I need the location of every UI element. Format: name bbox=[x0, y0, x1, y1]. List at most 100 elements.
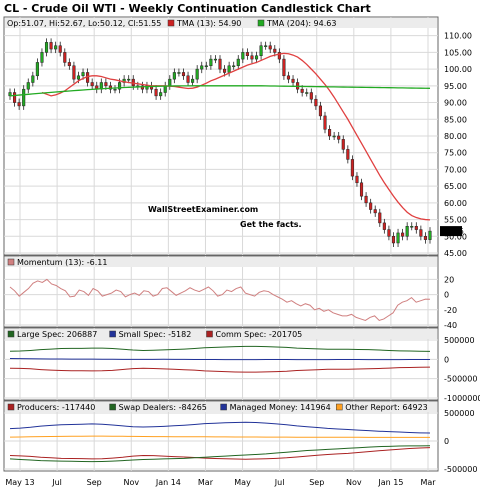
candle-body-79 bbox=[369, 202, 373, 210]
candle-body-73 bbox=[341, 139, 345, 150]
candle-body-67 bbox=[314, 98, 318, 107]
candle-body-42 bbox=[200, 65, 204, 70]
cot2-tick-2: -500000 bbox=[444, 375, 477, 384]
cot3-tick-2: -500000 bbox=[444, 465, 477, 474]
price-tick-8: 70.00 bbox=[444, 165, 467, 174]
price-tick-9: 65.00 bbox=[444, 182, 467, 191]
momentum-legend-swatch-0 bbox=[7, 258, 15, 266]
candle-body-41 bbox=[195, 68, 199, 80]
cot3-tick-1: 0 bbox=[444, 437, 449, 446]
candle-body-9 bbox=[49, 42, 53, 50]
cot3-legend-label-2: Managed Money: 141964 bbox=[230, 403, 331, 412]
candle-body-85 bbox=[396, 232, 400, 244]
momentum-tick-3: -40 bbox=[444, 321, 457, 330]
candle-body-76 bbox=[355, 175, 359, 184]
candle-body-89 bbox=[414, 226, 418, 230]
cot2-legend-swatch-0 bbox=[7, 330, 15, 338]
x-label-3: Nov bbox=[123, 478, 139, 487]
candle-body-51 bbox=[241, 52, 245, 60]
price-tick-10: 60.00 bbox=[444, 199, 467, 208]
candle-body-87 bbox=[405, 226, 409, 237]
price-tick-3: 95.00 bbox=[444, 82, 467, 91]
x-label-11: Mar bbox=[420, 478, 436, 487]
candle-body-70 bbox=[328, 129, 332, 137]
cot3-tick-0: 500000 bbox=[444, 409, 475, 418]
watermark-line1: WallStreetExaminer.com bbox=[148, 205, 258, 214]
cot2-legend-label-0: Large Spec: 206887 bbox=[17, 330, 97, 339]
cot3-legend-label-3: Other Report: 64923 bbox=[345, 403, 427, 412]
candle-body-69 bbox=[323, 115, 327, 130]
candle-body-72 bbox=[337, 135, 341, 140]
candle-body-81 bbox=[378, 212, 382, 224]
candle-body-37 bbox=[177, 72, 181, 74]
price-tick-13: 45.00 bbox=[444, 249, 467, 258]
candle-body-4 bbox=[26, 82, 30, 90]
candle-body-2 bbox=[17, 102, 21, 107]
momentum-tick-1: 0 bbox=[444, 291, 449, 300]
candle-body-77 bbox=[359, 182, 364, 197]
candle-body-57 bbox=[268, 45, 272, 50]
candle-body-52 bbox=[245, 52, 249, 56]
candle-body-13 bbox=[67, 62, 71, 67]
candle-body-48 bbox=[227, 65, 231, 73]
candle-body-91 bbox=[423, 236, 427, 240]
cot3-legend-swatch-2 bbox=[220, 403, 227, 411]
candle-body-10 bbox=[54, 45, 58, 50]
chart-svg: 110.00 105.00 100.00 95.00 90.00 85.00 80.00 75… bbox=[3, 16, 480, 487]
x-label-2: Sep bbox=[87, 478, 102, 487]
candle-body-44 bbox=[209, 58, 213, 67]
cot2-legend-swatch-1 bbox=[109, 330, 116, 338]
candle-body-50 bbox=[236, 58, 240, 67]
candle-body-11 bbox=[58, 45, 62, 53]
candle-body-53 bbox=[250, 55, 254, 60]
candle-body-36 bbox=[172, 72, 176, 80]
candle-body-54 bbox=[254, 55, 259, 60]
candle-body-21 bbox=[104, 82, 108, 87]
cot2-legend-swatch-2 bbox=[206, 330, 213, 338]
candle-body-80 bbox=[373, 209, 377, 214]
candle-body-58 bbox=[273, 48, 277, 53]
cot2-tick-0: 500000 bbox=[444, 336, 475, 345]
x-label-7: Jul bbox=[274, 478, 285, 487]
candle-body-90 bbox=[419, 229, 423, 237]
price-tick-0: 110.00 bbox=[444, 32, 472, 41]
cot2-tick-3: -1000000 bbox=[444, 394, 480, 403]
x-label-4: Jan 14 bbox=[155, 478, 181, 487]
candle-body-49 bbox=[232, 65, 236, 68]
candle-body-83 bbox=[387, 229, 391, 237]
candle-body-71 bbox=[332, 135, 336, 138]
price-tick-4: 90.00 bbox=[444, 99, 467, 108]
candle-body-82 bbox=[382, 222, 386, 230]
tma-label-0: TMA (13): 54.90 bbox=[176, 19, 241, 28]
candle-body-18 bbox=[90, 82, 94, 87]
x-label-8: Sep bbox=[309, 478, 324, 487]
candle-body-5 bbox=[31, 75, 35, 83]
price-tick-11: 55.00 bbox=[444, 216, 467, 225]
price-tick-2: 100.00 bbox=[444, 65, 472, 74]
candle-body-1 bbox=[13, 92, 17, 103]
cot3-legend-label-0: Producers: -117440 bbox=[17, 403, 95, 412]
candle-body-64 bbox=[300, 88, 304, 93]
candle-body-14 bbox=[72, 65, 76, 80]
candle-body-15 bbox=[76, 75, 81, 80]
cot3-legend-swatch-1 bbox=[109, 403, 116, 411]
last-value-label: 51.55 bbox=[441, 227, 464, 236]
candle-body-74 bbox=[346, 149, 350, 160]
candle-body-35 bbox=[168, 78, 172, 87]
x-label-9: Nov bbox=[346, 478, 362, 487]
candle-body-40 bbox=[191, 78, 195, 83]
candle-body-92 bbox=[428, 230, 432, 240]
cot2-tick-1: 0 bbox=[444, 355, 449, 364]
x-label-1: Jul bbox=[51, 478, 62, 487]
candle-body-8 bbox=[44, 42, 49, 53]
candle-body-78 bbox=[364, 195, 368, 204]
candle-body-16 bbox=[81, 72, 85, 77]
candle-body-26 bbox=[127, 78, 131, 81]
x-label-0: May 13 bbox=[5, 478, 34, 487]
candle-body-65 bbox=[305, 92, 309, 94]
tma-swatch-1 bbox=[257, 19, 265, 27]
candle-body-34 bbox=[163, 85, 167, 93]
candle-body-12 bbox=[63, 52, 67, 63]
x-label-10: Jan 15 bbox=[377, 478, 403, 487]
tma-swatch-0 bbox=[167, 19, 175, 27]
